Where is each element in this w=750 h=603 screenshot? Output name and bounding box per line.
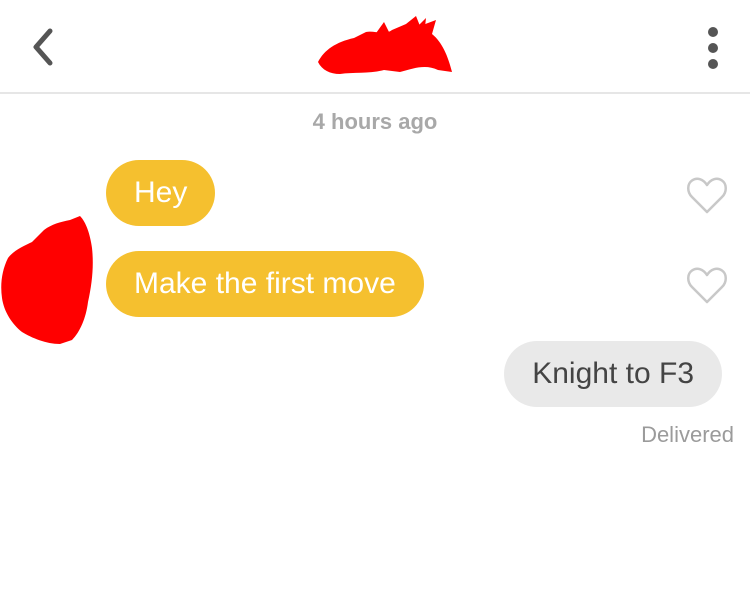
heart-outline-icon: [687, 177, 727, 214]
like-message-button[interactable]: [686, 266, 728, 306]
vertical-ellipsis-icon: [708, 27, 718, 69]
conversation-header: [0, 0, 750, 94]
like-message-button[interactable]: [686, 176, 728, 216]
redacted-avatar: [1, 216, 93, 344]
incoming-message-bubble: Make the first move: [106, 251, 424, 317]
delivery-status: Delivered: [641, 422, 734, 447]
incoming-message-bubble: Hey: [106, 160, 216, 226]
back-button[interactable]: [22, 22, 66, 72]
more-options-button[interactable]: [694, 22, 734, 74]
redacted-match-name: [318, 16, 452, 74]
outgoing-message-bubble: Knight to F3: [504, 341, 722, 407]
heart-outline-icon: [687, 267, 727, 304]
chevron-left-icon: [33, 28, 53, 66]
conversation-timestamp: 4 hours ago: [312, 109, 438, 134]
